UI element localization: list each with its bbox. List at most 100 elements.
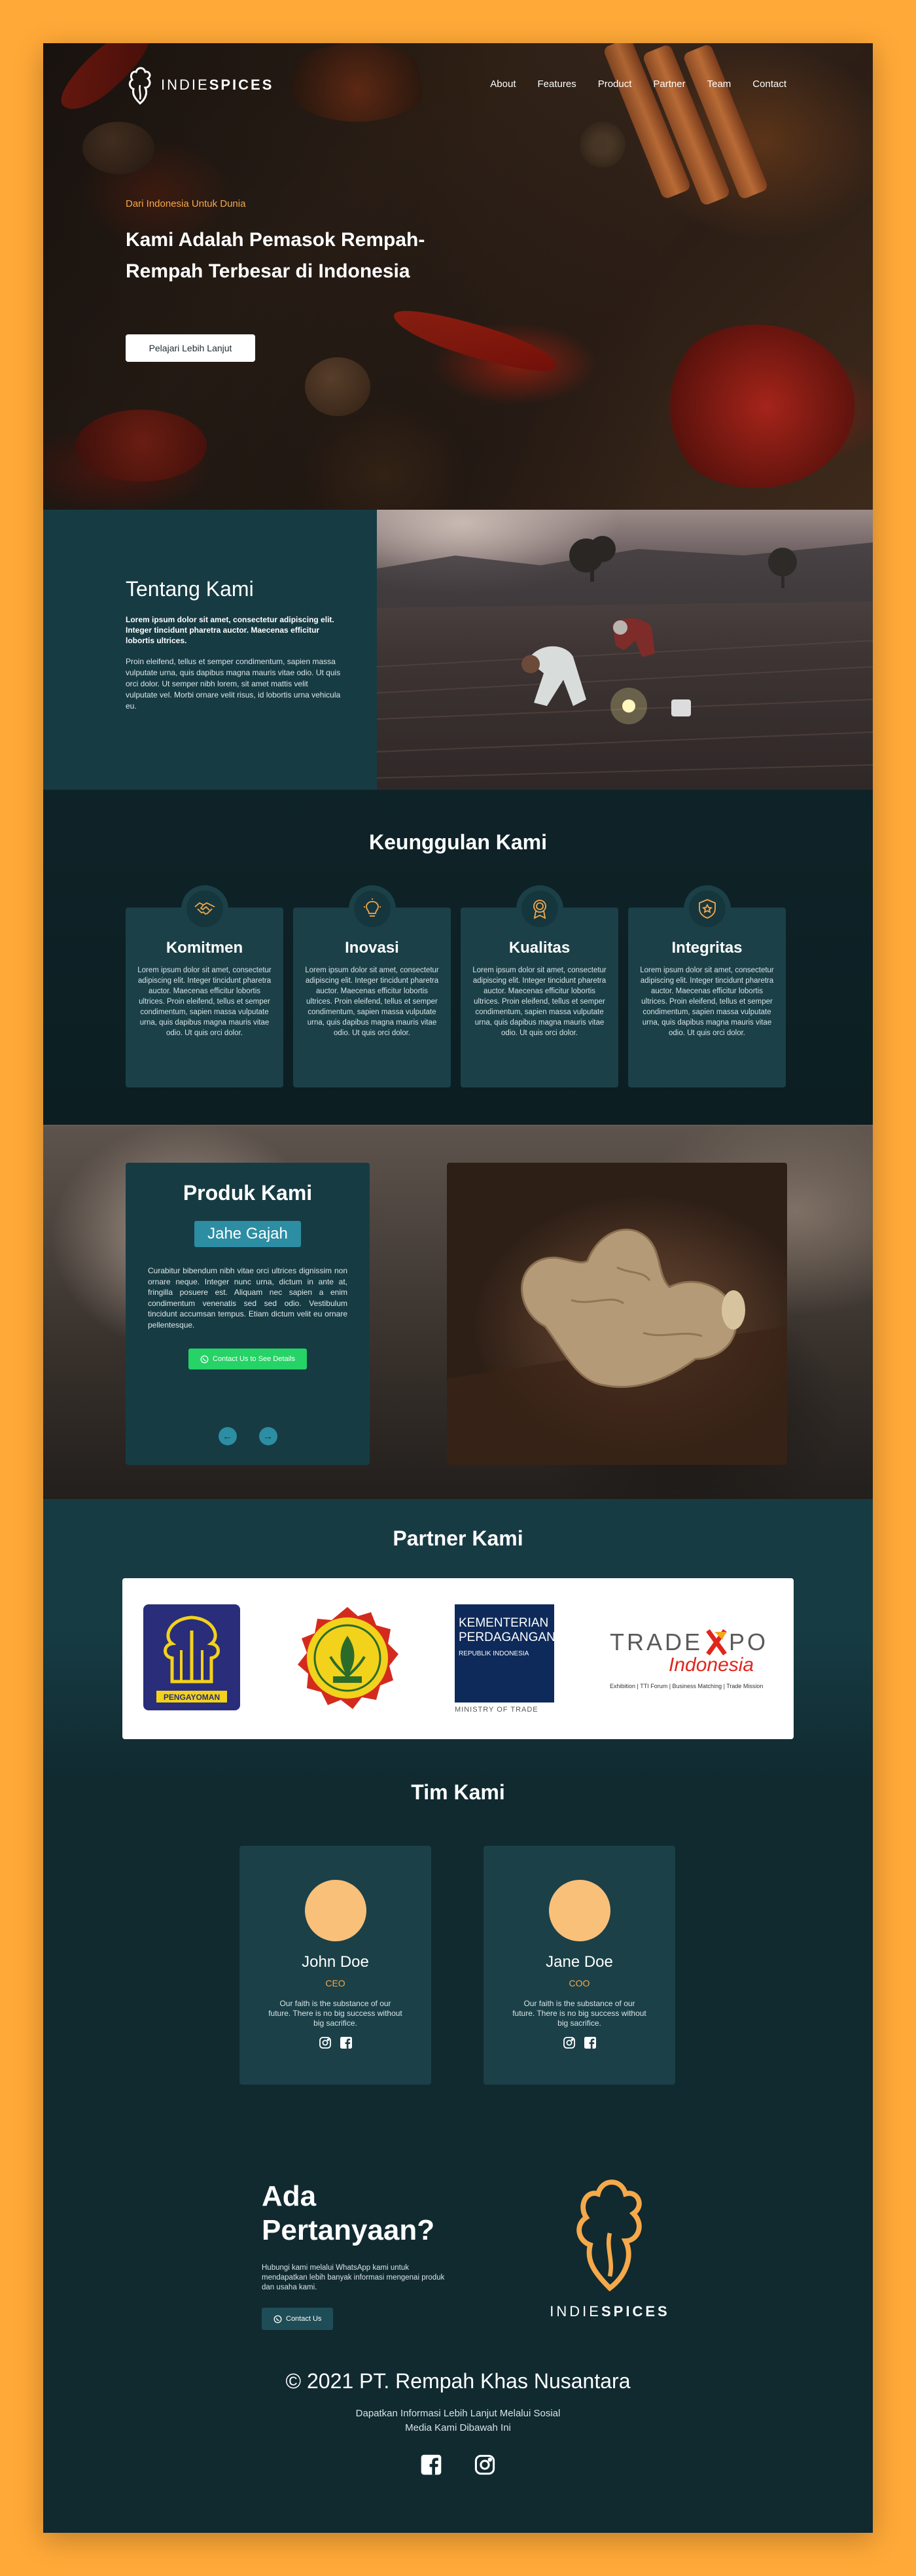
instagram-icon[interactable] bbox=[474, 2454, 496, 2476]
learn-more-button[interactable]: Pelajari Lebih Lanjut bbox=[126, 334, 255, 362]
facebook-icon[interactable] bbox=[340, 2036, 353, 2049]
whatsapp-details-button[interactable]: Contact Us to See Details bbox=[188, 1349, 307, 1369]
partner-logo-kementan[interactable] bbox=[292, 1603, 402, 1716]
carousel-controls: ← → bbox=[126, 1427, 370, 1445]
product-card: Produk Kami Jahe Gajah Curabitur bibendu… bbox=[126, 1163, 370, 1465]
footer-subtitle: Dapatkan Informasi Lebih Lanjut Melalui … bbox=[355, 2408, 561, 2433]
hero-title: Kami Adalah Pemasok Rempah-Rempah Terbes… bbox=[126, 229, 425, 282]
farm-field-illustration bbox=[377, 536, 873, 779]
svg-text:Indonesia: Indonesia bbox=[669, 1654, 754, 1676]
nav-product[interactable]: Product bbox=[598, 79, 632, 90]
team-card-john: John Doe CEO Our faith is the substance … bbox=[239, 1846, 431, 2085]
card-body: Lorem ipsum dolor sit amet, consectetur … bbox=[472, 966, 607, 1037]
product-description: Curabitur bibendum nibh vitae orci ultri… bbox=[148, 1266, 347, 1330]
nav-team[interactable]: Team bbox=[707, 79, 731, 90]
product-name-badge: Jahe Gajah bbox=[194, 1221, 301, 1247]
brand-name: INDIESPICES bbox=[161, 77, 274, 93]
prev-arrow-icon[interactable]: ← bbox=[218, 1427, 237, 1445]
whatsapp-icon bbox=[200, 1355, 209, 1363]
card-icon-wrap bbox=[516, 885, 563, 932]
member-role: CEO bbox=[325, 1978, 345, 1988]
partner-logo-kemendag[interactable]: KEMENTERIAN PERDAGANGAN REPUBLIK INDONES… bbox=[449, 1604, 567, 1718]
next-arrow-icon[interactable]: → bbox=[258, 1427, 277, 1445]
facebook-icon[interactable] bbox=[420, 2454, 442, 2476]
contact-section: Ada Pertanyaan? Hubungi kami melalui Wha… bbox=[43, 2179, 873, 2330]
card-icon-wrap bbox=[683, 885, 731, 932]
svg-text:PO: PO bbox=[729, 1629, 768, 1655]
product-section-title: Produk Kami bbox=[183, 1181, 313, 1205]
svg-text:TRADE: TRADE bbox=[610, 1629, 703, 1655]
ginger-photo bbox=[447, 1163, 787, 1465]
ginger-illustration bbox=[447, 1228, 787, 1465]
partners-section: Partner Kami PENGAYOMAN KEMENTERIAN PERD… bbox=[43, 1499, 873, 1780]
card-title: Komitmen bbox=[166, 939, 243, 957]
hero-section: INDIESPICES About Features Product Partn… bbox=[43, 43, 873, 510]
about-section: Tentang Kami Lorem ipsum dolor sit amet,… bbox=[43, 510, 873, 790]
pengayoman-emblem-icon: PENGAYOMAN bbox=[143, 1604, 240, 1710]
brand-logo[interactable]: INDIESPICES bbox=[126, 65, 273, 105]
nav-features[interactable]: Features bbox=[538, 79, 576, 90]
svg-text:Exhibition | TTI Forum | Busin: Exhibition | TTI Forum | Business Matchi… bbox=[610, 1683, 763, 1689]
partners-title: Partner Kami bbox=[393, 1526, 523, 1550]
card-body: Lorem ipsum dolor sit amet, consectetur … bbox=[640, 966, 774, 1037]
avatar bbox=[304, 1880, 366, 1941]
advantage-card-integritas: Integritas Lorem ipsum dolor sit amet, c… bbox=[628, 885, 786, 1087]
svg-text:PENGAYOMAN: PENGAYOMAN bbox=[164, 1693, 220, 1702]
ginger-logo-icon bbox=[128, 67, 151, 105]
partner-logo-pengayoman[interactable]: PENGAYOMAN bbox=[143, 1604, 240, 1714]
member-quote: Our faith is the substance of our future… bbox=[512, 1999, 646, 2028]
team-card-jane: Jane Doe COO Our faith is the substance … bbox=[484, 1846, 675, 2085]
advantage-card-kualitas: Kualitas Lorem ipsum dolor sit amet, con… bbox=[461, 885, 618, 1087]
team-section: Tim Kami John Doe CEO Our faith is the s… bbox=[43, 1780, 873, 2179]
card-body: Lorem ipsum dolor sit amet, consectetur … bbox=[137, 966, 272, 1037]
footer-brand-name: INDIESPICES bbox=[550, 2303, 670, 2320]
kemendag-logo-icon: KEMENTERIAN PERDAGANGAN REPUBLIK INDONES… bbox=[455, 1604, 555, 1714]
card-title: Integritas bbox=[671, 939, 743, 957]
instagram-icon[interactable] bbox=[563, 2036, 576, 2049]
partner-logos-panel: PENGAYOMAN KEMENTERIAN PERDAGANGAN REPUB… bbox=[122, 1578, 794, 1739]
about-title: Tentang Kami bbox=[126, 577, 254, 601]
shield-star-icon bbox=[698, 899, 716, 919]
svg-text:KEMENTERIAN: KEMENTERIAN bbox=[459, 1616, 548, 1630]
lightbulb-icon bbox=[363, 898, 381, 917]
card-title: Inovasi bbox=[345, 939, 399, 957]
farmers-photo bbox=[377, 510, 873, 790]
member-role: COO bbox=[569, 1978, 590, 1988]
facebook-icon[interactable] bbox=[584, 2036, 597, 2049]
card-icon-wrap bbox=[348, 885, 396, 932]
member-quote: Our faith is the substance of our future… bbox=[268, 1999, 402, 2028]
svg-text:REPUBLIK INDONESIA: REPUBLIK INDONESIA bbox=[459, 1650, 529, 1657]
instagram-icon[interactable] bbox=[319, 2036, 332, 2049]
card-title: Kualitas bbox=[508, 939, 571, 957]
partner-logo-tradexpo[interactable]: TRADE PO Indonesia Exhibition | TTI Foru… bbox=[610, 1624, 773, 1699]
about-body: Proin eleifend, tellus et semper condime… bbox=[126, 657, 341, 711]
contact-us-button[interactable]: Contact Us bbox=[262, 2308, 334, 2330]
handshake-icon bbox=[194, 902, 215, 915]
about-lead: Lorem ipsum dolor sit amet, consectetur … bbox=[126, 615, 334, 645]
card-body: Lorem ipsum dolor sit amet, consectetur … bbox=[305, 966, 439, 1037]
nav-contact[interactable]: Contact bbox=[752, 79, 786, 90]
nav-about[interactable]: About bbox=[490, 79, 516, 90]
ginger-logo-icon bbox=[576, 2179, 642, 2292]
footer-socials bbox=[43, 2454, 873, 2476]
page: INDIESPICES About Features Product Partn… bbox=[43, 43, 873, 2533]
team-title: Tim Kami bbox=[411, 1780, 505, 1804]
card-icon-wrap bbox=[181, 885, 228, 932]
about-text: Tentang Kami Lorem ipsum dolor sit amet,… bbox=[126, 577, 342, 712]
advantages-section: Keunggulan Kami Komitmen Lorem ipsum dol… bbox=[43, 790, 873, 1125]
member-name: John Doe bbox=[302, 1953, 369, 1971]
whatsapp-details-label: Contact Us to See Details bbox=[213, 1355, 295, 1363]
footer-brand-logo: INDIESPICES bbox=[538, 2174, 682, 2320]
contact-body: Hubungi kami melalui WhatsApp kami untuk… bbox=[262, 2264, 445, 2291]
contact-us-label: Contact Us bbox=[286, 2315, 322, 2323]
product-section: Produk Kami Jahe Gajah Curabitur bibendu… bbox=[43, 1125, 873, 1499]
footer: © 2021 PT. Rempah Khas Nusantara Dapatka… bbox=[43, 2369, 873, 2533]
whatsapp-icon bbox=[273, 2315, 282, 2323]
member-socials bbox=[484, 2036, 675, 2049]
copyright: © 2021 PT. Rempah Khas Nusantara bbox=[285, 2369, 631, 2393]
kementan-emblem-icon bbox=[298, 1607, 398, 1709]
svg-text:PERDAGANGAN: PERDAGANGAN bbox=[459, 1631, 555, 1644]
nav-partner[interactable]: Partner bbox=[653, 79, 685, 90]
navbar: INDIESPICES About Features Product Partn… bbox=[43, 43, 873, 122]
nav-menu: About Features Product Partner Team Cont… bbox=[490, 79, 786, 90]
